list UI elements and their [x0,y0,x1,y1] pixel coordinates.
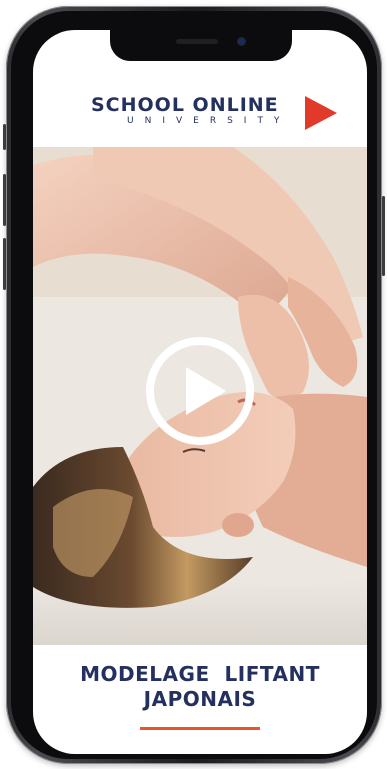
power-button [382,196,385,276]
school-online-logo: SCHOOL ONLINE UNIVERSITY [91,94,341,134]
front-camera-icon [238,38,245,45]
phone-frame: SCHOOL ONLINE UNIVERSITY MODELAGE LIFTAN… [3,6,385,764]
volume-up-button [3,174,6,226]
speaker-grille [176,39,218,44]
logo-subword: UNIVERSITY [127,116,291,126]
phone-mockup: SCHOOL ONLINE UNIVERSITY MODELAGE LIFTAN… [0,0,388,769]
course-title-line-1: MODELAGE LIFTANT [80,662,320,686]
volume-down-button [3,238,6,290]
video-thumbnail[interactable] [33,147,367,645]
side-button [3,124,6,150]
logo-wordmark: SCHOOL ONLINE [91,94,279,116]
notch [110,30,292,61]
play-icon[interactable] [144,335,256,447]
play-triangle-icon [305,96,337,130]
title-underline [140,727,260,730]
course-title-line-2: JAPONAIS [143,687,257,711]
course-title: MODELAGE LIFTANT JAPONAIS [33,662,367,712]
phone-screen: SCHOOL ONLINE UNIVERSITY MODELAGE LIFTAN… [33,30,367,754]
